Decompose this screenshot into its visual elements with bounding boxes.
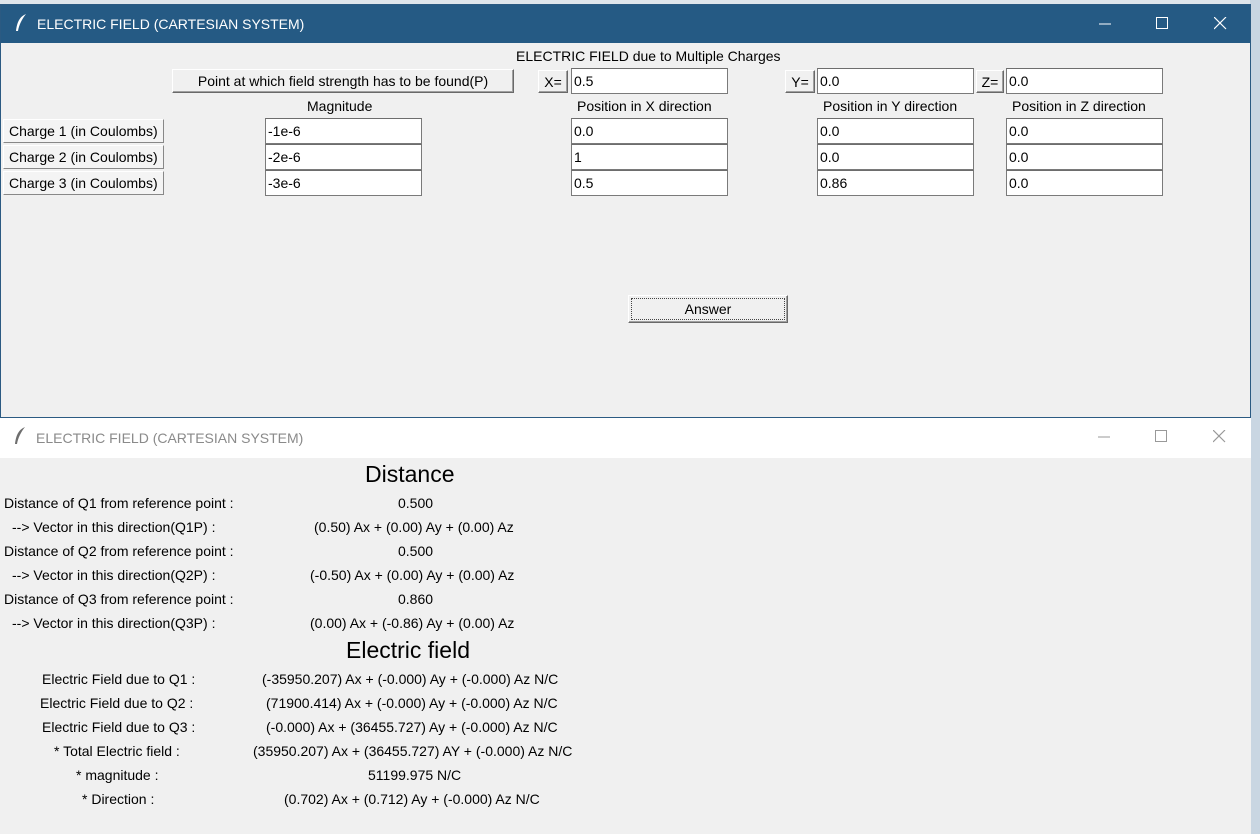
distance-heading: Distance	[365, 461, 455, 487]
direction-label: * Direction :	[82, 791, 155, 807]
field-row-label: Electric Field due to Q2 :	[40, 695, 194, 711]
distance-row-value: 0.500	[398, 543, 434, 559]
charge-3-magnitude-input[interactable]: -3e-6	[265, 170, 422, 196]
window-title: ELECTRIC FIELD (CARTESIAN SYSTEM)	[36, 430, 304, 446]
charge-2-y-input[interactable]: 0.0	[817, 144, 974, 170]
charge-2-magnitude-input[interactable]: -2e-6	[265, 144, 422, 170]
maximize-icon	[1156, 17, 1168, 29]
point-z-input[interactable]: 0.0	[1006, 68, 1163, 94]
magnitude-label: * magnitude :	[76, 767, 159, 783]
charge-2-z-input[interactable]: 0.0	[1006, 144, 1163, 170]
vector-row-value: (0.00) Ax + (-0.86) Ay + (0.00) Az	[310, 615, 515, 631]
minimize-button[interactable]	[1082, 424, 1128, 450]
position-x-header: Position in X direction	[577, 98, 712, 114]
total-field-label: * Total Electric field :	[54, 743, 180, 759]
charge-1-z-input[interactable]: 0.0	[1006, 118, 1163, 144]
minimize-icon	[1098, 436, 1110, 438]
charge-2-x-input[interactable]: 1	[571, 144, 728, 170]
feather-icon	[16, 14, 26, 31]
result-window: ELECTRIC FIELD (CARTESIAN SYSTEM) Distan…	[0, 418, 1251, 834]
z-label: Z=	[976, 70, 1004, 93]
close-icon	[1213, 430, 1226, 443]
x-label: X=	[538, 70, 568, 93]
charge-3-y-input[interactable]: 0.86	[817, 170, 974, 196]
y-label: Y=	[785, 70, 815, 93]
vector-row-value: (-0.50) Ax + (0.00) Ay + (0.00) Az	[310, 567, 515, 583]
maximize-icon	[1155, 430, 1167, 442]
feather-icon	[15, 427, 25, 444]
position-z-header: Position in Z direction	[1012, 98, 1146, 114]
charge-3-x-input[interactable]: 0.5	[571, 170, 728, 196]
electric-field-heading: Electric field	[346, 637, 470, 663]
magnitude-header: Magnitude	[307, 98, 373, 114]
charge-2-label: Charge 2 (in Coulombs)	[3, 145, 164, 169]
point-button[interactable]: Point at which field strength has to be …	[172, 69, 514, 93]
direction-value: (0.702) Ax + (0.712) Ay + (-0.000) Az N/…	[284, 791, 540, 807]
charge-1-x-input[interactable]: 0.0	[571, 118, 728, 144]
field-row-label: Electric Field due to Q3 :	[42, 719, 196, 735]
vector-row-value: (0.50) Ax + (0.00) Ay + (0.00) Az	[314, 519, 514, 535]
point-x-input[interactable]: 0.5	[571, 68, 728, 94]
total-field-value: (35950.207) Ax + (36455.727) AY + (-0.00…	[253, 743, 573, 759]
charge-1-magnitude-input[interactable]: -1e-6	[265, 118, 422, 144]
title-bar[interactable]: ELECTRIC FIELD (CARTESIAN SYSTEM)	[0, 418, 1251, 458]
distance-row-label: Distance of Q3 from reference point :	[4, 591, 234, 607]
field-row-value: (-0.000) Ax + (36455.727) Ay + (-0.000) …	[266, 719, 558, 735]
desktop-background	[1250, 0, 1260, 834]
distance-row-value: 0.500	[398, 495, 434, 511]
magnitude-value: 51199.975 N/C	[368, 767, 462, 783]
vector-row-label: --> Vector in this direction(Q2P) :	[12, 567, 216, 583]
position-y-header: Position in Y direction	[823, 98, 958, 114]
field-row-label: Electric Field due to Q1 :	[42, 671, 196, 687]
input-window: ELECTRIC FIELD (CARTESIAN SYSTEM) ELECTR…	[0, 4, 1251, 418]
field-row-value: (71900.414) Ax + (-0.000) Ay + (-0.000) …	[266, 695, 558, 711]
field-row-value: (-35950.207) Ax + (-0.000) Ay + (-0.000)…	[262, 671, 559, 687]
charge-3-z-input[interactable]: 0.0	[1006, 170, 1163, 196]
maximize-button[interactable]	[1140, 11, 1186, 37]
distance-row-label: Distance of Q1 from reference point :	[4, 495, 234, 511]
answer-button[interactable]: Answer	[628, 295, 788, 323]
vector-row-label: --> Vector in this direction(Q1P) :	[12, 519, 216, 535]
charge-1-y-input[interactable]: 0.0	[817, 118, 974, 144]
distance-row-label: Distance of Q2 from reference point :	[4, 543, 234, 559]
minimize-icon	[1099, 23, 1111, 25]
close-button[interactable]	[1198, 11, 1244, 37]
close-button[interactable]	[1197, 424, 1243, 450]
point-y-input[interactable]: 0.0	[817, 68, 974, 94]
main-heading: ELECTRIC FIELD due to Multiple Charges	[516, 48, 781, 64]
close-icon	[1214, 17, 1227, 30]
window-title: ELECTRIC FIELD (CARTESIAN SYSTEM)	[37, 16, 305, 32]
maximize-button[interactable]	[1139, 424, 1185, 450]
title-bar[interactable]: ELECTRIC FIELD (CARTESIAN SYSTEM)	[1, 5, 1250, 43]
charge-3-label: Charge 3 (in Coulombs)	[3, 171, 164, 195]
vector-row-label: --> Vector in this direction(Q3P) :	[12, 615, 216, 631]
charge-1-label: Charge 1 (in Coulombs)	[3, 119, 164, 143]
distance-row-value: 0.860	[398, 591, 434, 607]
minimize-button[interactable]	[1083, 11, 1129, 37]
